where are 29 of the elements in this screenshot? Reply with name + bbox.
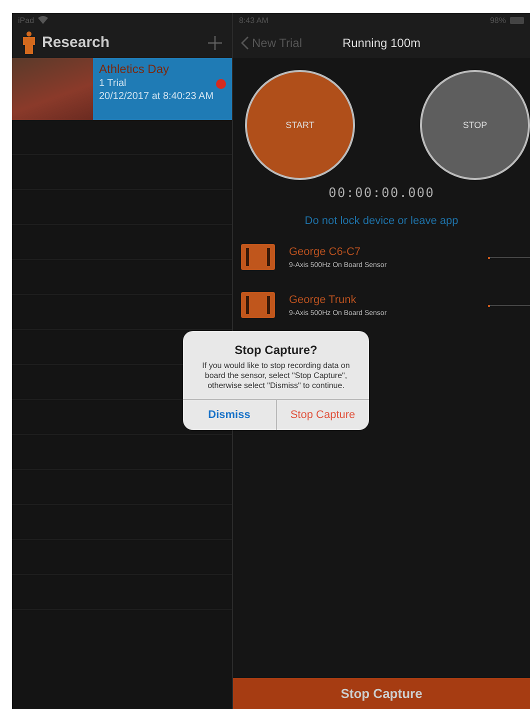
item-subtitle: 1 Trial (99, 78, 126, 89)
timer-display: 00:00:00.000 (328, 186, 436, 201)
dialog-title: Stop Capture? (234, 343, 318, 357)
sidebar-title: Research (42, 34, 110, 51)
stop-button[interactable]: STOP (420, 70, 530, 180)
item-title: Athletics Day (99, 62, 170, 76)
status-dot-icon (216, 78, 226, 88)
dialog-message: If you would like to stop recording data on board the sensor, select "Stop Capture", otherwise select "Dismiss" to continue. (201, 360, 351, 392)
wifi-icon (38, 16, 48, 24)
battery-label: 98% (490, 16, 506, 24)
add-icon[interactable] (208, 36, 222, 50)
sensor-name: George C6-C7 (289, 246, 362, 258)
sensor-name: George Trunk (289, 294, 358, 306)
sidebar-item[interactable]: Athletics Day 1 Trial 20/12/2017 at 8:40:23 AM (93, 58, 232, 120)
back-button[interactable]: New Trial (241, 36, 302, 50)
device-label: iPad (18, 16, 34, 24)
dismiss-button[interactable]: Dismiss (183, 400, 276, 430)
time-label: 8:43 AM (239, 16, 268, 24)
sensor-icon (241, 292, 275, 318)
nav-title: Running 100m (342, 36, 421, 50)
start-button[interactable]: START (245, 70, 355, 180)
stop-capture-dialog-button[interactable]: Stop Capture (276, 400, 369, 430)
chevron-left-icon (241, 36, 249, 50)
battery-icon (510, 16, 524, 24)
person-logo-icon (22, 30, 36, 54)
item-date: 20/12/2017 at 8:40:23 AM (99, 91, 215, 102)
warning-text: Do not lock device or leave app (304, 215, 460, 227)
stop-capture-button[interactable]: Stop Capture (233, 678, 530, 709)
sensor-icon (241, 244, 275, 270)
